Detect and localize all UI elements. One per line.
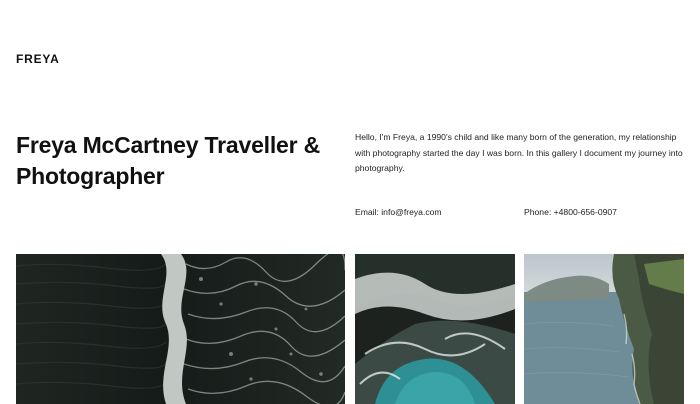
gallery-photo-rocky-shore[interactable] [355, 254, 515, 404]
rocky-shore-image [355, 254, 515, 404]
gallery-photo-ocean-waves[interactable] [16, 254, 345, 404]
intro-text: Hello, I'm Freya, a 1990's child and lik… [355, 132, 683, 173]
ocean-waves-image [16, 254, 345, 404]
email-link[interactable]: Email: info@freya.com [355, 207, 442, 217]
phone-text: Phone: +4800-656-0907 [524, 207, 617, 217]
coastal-cliffs-image [524, 254, 684, 404]
site-logo[interactable]: FREYA [16, 52, 60, 66]
gallery-photo-coastal-cliffs[interactable] [524, 254, 684, 404]
page-title: Freya McCartney Traveller & Photographer [16, 132, 320, 189]
